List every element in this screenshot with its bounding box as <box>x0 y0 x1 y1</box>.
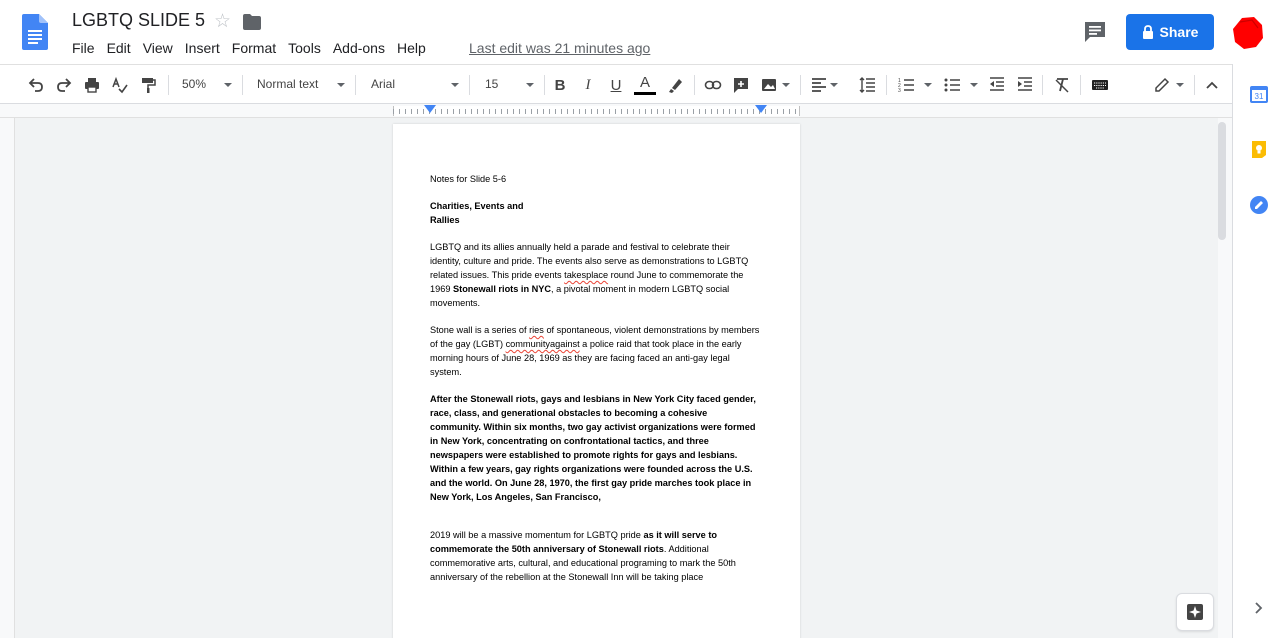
editing-mode-pencil-icon[interactable] <box>1150 73 1174 97</box>
tasks-icon[interactable] <box>1249 195 1269 215</box>
section-title-line1: Charities, Events and <box>430 201 524 211</box>
explore-icon <box>1187 604 1203 620</box>
explore-button[interactable] <box>1176 593 1214 631</box>
p2-misspelled-word-1[interactable]: ries <box>529 325 544 335</box>
toolbar: 50% Normal text Arial 15 B I U A 1 2 3 <box>0 64 1232 104</box>
numbered-list-icon[interactable]: 123 <box>894 73 918 97</box>
toolbar-separator <box>1194 75 1195 95</box>
line-spacing-icon[interactable] <box>855 73 879 97</box>
document-page[interactable]: Notes for Slide 5-6 Charities, Events an… <box>393 124 800 638</box>
expand-side-panel-chevron-right-icon[interactable] <box>1250 600 1266 616</box>
insert-image-icon[interactable] <box>757 73 781 97</box>
p2-text-a: Stone wall is a series of <box>430 325 530 335</box>
zoom-chevron-down-icon[interactable] <box>224 83 232 87</box>
bulleted-list-icon[interactable] <box>940 73 964 97</box>
bulleted-list-chevron-down-icon[interactable] <box>970 83 978 87</box>
toolbar-separator <box>800 75 801 95</box>
right-indent-marker[interactable] <box>755 105 767 113</box>
star-icon[interactable]: ☆ <box>214 10 231 33</box>
toolbar-separator <box>355 75 356 95</box>
toolbar-separator <box>544 75 545 95</box>
undo-icon[interactable] <box>24 73 48 97</box>
share-button[interactable]: Share <box>1126 14 1214 50</box>
menu-bar: File Edit View Insert Format Tools Add-o… <box>66 38 432 58</box>
google-docs-logo-icon[interactable] <box>22 14 48 50</box>
redo-icon[interactable] <box>52 73 76 97</box>
toolbar-separator <box>1042 75 1043 95</box>
menu-view[interactable]: View <box>137 38 179 58</box>
menu-insert[interactable]: Insert <box>179 38 226 58</box>
section-title-line2: Rallies <box>430 215 460 225</box>
toolbar-separator <box>886 75 887 95</box>
share-label: Share <box>1159 24 1199 40</box>
editing-mode-chevron-down-icon[interactable] <box>1176 83 1184 87</box>
p4-text-a: 2019 will be a massive momentum for LGBT… <box>430 530 644 540</box>
keyboard-icon[interactable] <box>1088 73 1112 97</box>
toolbar-separator <box>694 75 695 95</box>
align-icon[interactable] <box>807 73 831 97</box>
comments-icon[interactable] <box>1082 19 1108 45</box>
p1-misspelled-word[interactable]: takesplace <box>564 270 608 280</box>
font-chevron-down-icon[interactable] <box>451 83 459 87</box>
header: LGBTQ SLIDE 5 ☆ File Edit View Insert Fo… <box>0 0 1286 64</box>
avatar[interactable] <box>1232 16 1264 50</box>
menu-help[interactable]: Help <box>391 38 432 58</box>
decrease-indent-icon[interactable] <box>985 73 1009 97</box>
font-size-chevron-down-icon[interactable] <box>526 83 534 87</box>
font-select[interactable]: Arial <box>371 77 395 91</box>
folder-icon[interactable] <box>243 14 261 30</box>
p2-misspelled-word-2[interactable]: communityagainst <box>506 339 580 349</box>
add-comment-icon[interactable] <box>729 73 753 97</box>
menu-file[interactable]: File <box>66 38 101 58</box>
docs-app: LGBTQ SLIDE 5 ☆ File Edit View Insert Fo… <box>0 0 1286 638</box>
image-chevron-down-icon[interactable] <box>782 83 790 87</box>
toolbar-separator <box>168 75 169 95</box>
p1-bold-text: Stonewall riots in NYC <box>453 284 552 294</box>
bold-icon[interactable]: B <box>548 73 572 97</box>
paragraph-4: 2019 will be a massive momentum for LGBT… <box>430 528 760 584</box>
menu-addons[interactable]: Add-ons <box>327 38 391 58</box>
paragraph-1: LGBTQ and its allies annually held a par… <box>430 240 760 310</box>
menu-format[interactable]: Format <box>226 38 282 58</box>
document-body[interactable]: Notes for Slide 5-6 Charities, Events an… <box>430 172 760 597</box>
italic-icon[interactable]: I <box>576 73 600 97</box>
toolbar-separator <box>469 75 470 95</box>
keep-icon[interactable] <box>1249 139 1269 159</box>
lock-icon <box>1142 25 1153 39</box>
calendar-day: 31 <box>1255 92 1264 101</box>
align-chevron-down-icon[interactable] <box>830 83 838 87</box>
clear-formatting-icon[interactable] <box>1050 73 1074 97</box>
collapse-menus-chevron-up-icon[interactable] <box>1200 73 1224 97</box>
zoom-select[interactable]: 50% <box>182 77 206 91</box>
last-edit-link[interactable]: Last edit was 21 minutes ago <box>469 40 650 56</box>
notes-heading: Notes for Slide 5-6 <box>430 174 507 184</box>
document-title[interactable]: LGBTQ SLIDE 5 <box>72 10 205 31</box>
svg-text:3: 3 <box>898 88 901 94</box>
menu-edit[interactable]: Edit <box>101 38 137 58</box>
style-select[interactable]: Normal text <box>257 77 318 91</box>
paragraph-3: After the Stonewall riots, gays and lesb… <box>430 394 756 502</box>
highlight-icon[interactable] <box>664 73 688 97</box>
paragraph-2: Stone wall is a series of ries of sponta… <box>430 323 760 379</box>
font-size-select[interactable]: 15 <box>485 77 498 91</box>
left-indent-marker[interactable] <box>424 105 436 113</box>
ruler <box>0 104 1232 118</box>
toolbar-separator <box>1080 75 1081 95</box>
scrollbar-thumb[interactable] <box>1218 122 1226 240</box>
toolbar-separator <box>242 75 243 95</box>
numbered-list-chevron-down-icon[interactable] <box>924 83 932 87</box>
spellcheck-icon[interactable] <box>108 73 132 97</box>
link-icon[interactable] <box>701 73 725 97</box>
ruler-ticks <box>393 109 800 114</box>
print-icon[interactable] <box>80 73 104 97</box>
increase-indent-icon[interactable] <box>1013 73 1037 97</box>
menu-tools[interactable]: Tools <box>282 38 327 58</box>
style-chevron-down-icon[interactable] <box>337 83 345 87</box>
section-title: Charities, Events and Rallies <box>430 199 760 227</box>
underline-icon[interactable]: U <box>604 73 628 97</box>
paint-format-icon[interactable] <box>136 73 160 97</box>
text-color-icon[interactable]: A <box>633 73 657 97</box>
calendar-icon[interactable]: 31 <box>1249 84 1269 104</box>
